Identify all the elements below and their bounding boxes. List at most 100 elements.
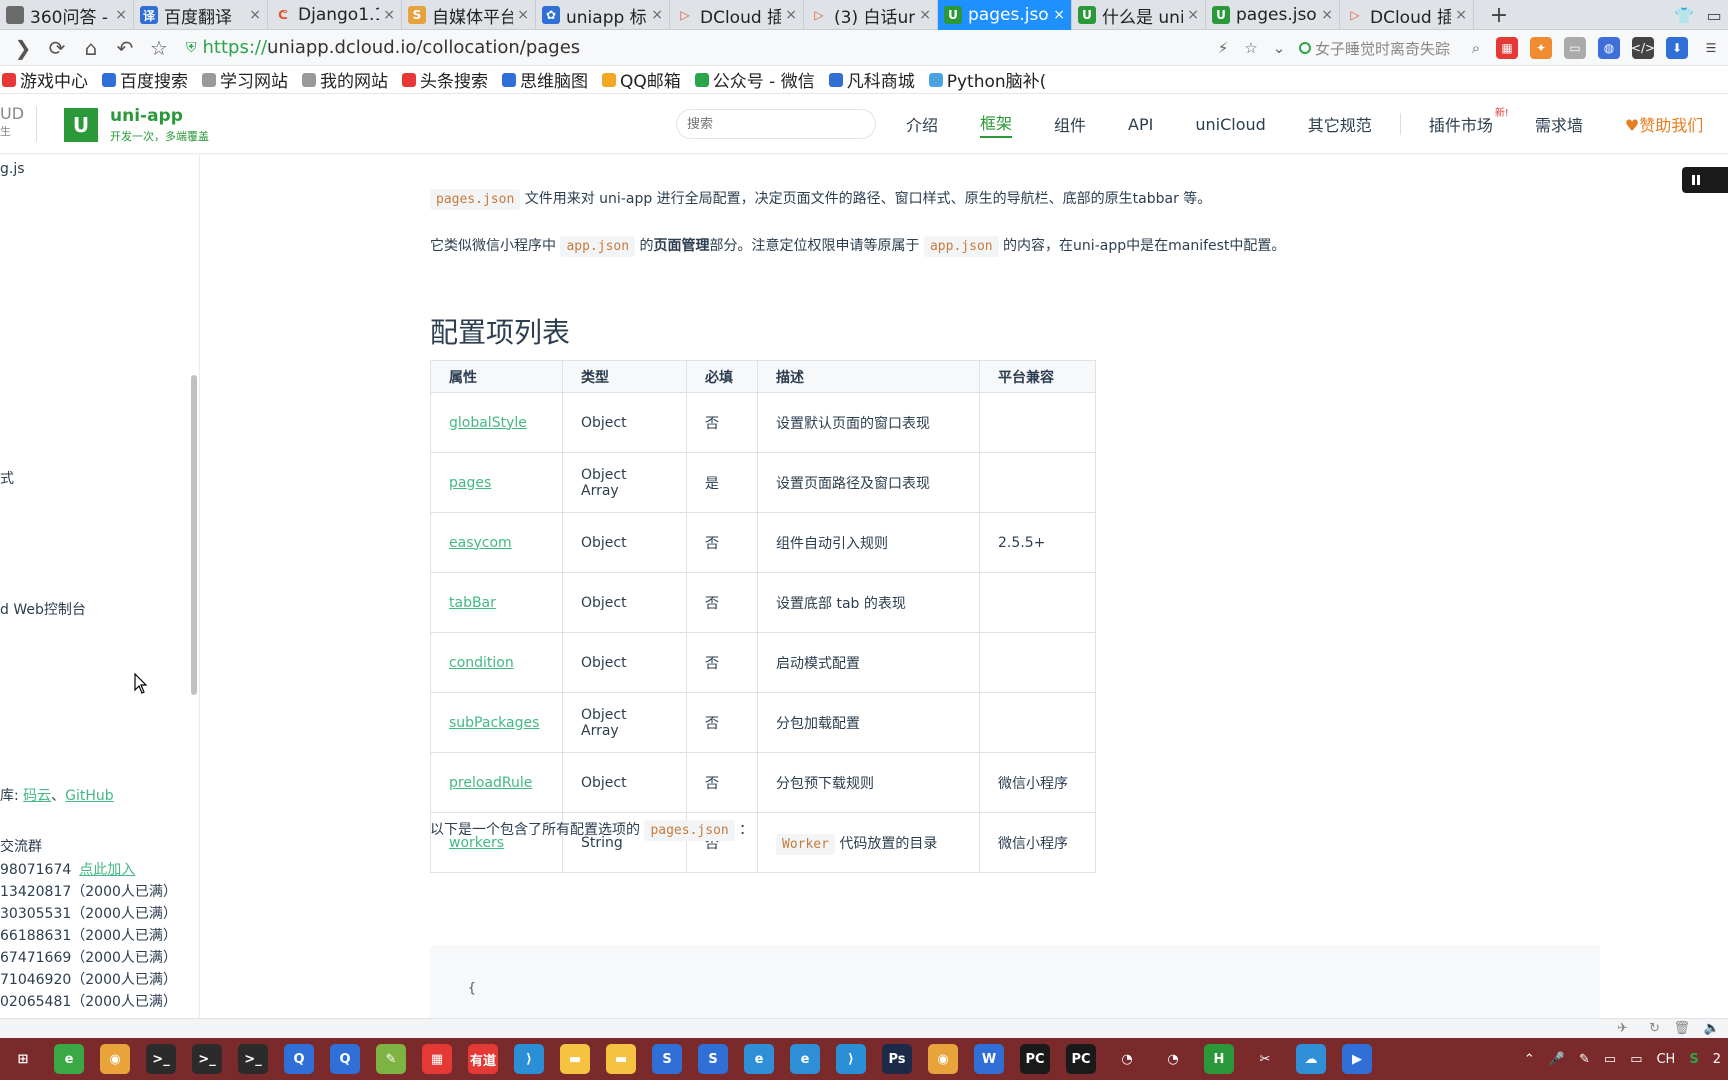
property-link[interactable]: easycom: [449, 535, 512, 551]
sync-2-icon[interactable]: S: [698, 1044, 728, 1074]
site-search-input[interactable]: [676, 109, 876, 139]
qq-browser-icon[interactable]: Q: [284, 1044, 314, 1074]
chrome-icon[interactable]: ◉: [100, 1044, 130, 1074]
browser-tab[interactable]: ▷ (3) 白话uni ×: [804, 0, 938, 30]
vscode-icon[interactable]: ⟩: [514, 1044, 544, 1074]
tray-battery-icon[interactable]: ▭: [1630, 1052, 1642, 1067]
donate-link[interactable]: ♥赞助我们: [1625, 112, 1703, 136]
browser-tab[interactable]: ✿ uniapp 标签×: [536, 0, 670, 30]
close-icon[interactable]: ×: [517, 7, 529, 23]
close-icon[interactable]: ×: [249, 7, 261, 23]
nav-item-demand-wall[interactable]: 需求墙: [1535, 112, 1583, 136]
refresh-icon[interactable]: ↻: [1649, 1021, 1660, 1036]
bookmark-item[interactable]: 思维脑图: [502, 67, 588, 92]
tray-clock[interactable]: 2: [1713, 1052, 1721, 1067]
youdao-icon[interactable]: 有道: [468, 1044, 498, 1074]
property-link[interactable]: subPackages: [449, 715, 539, 731]
bookmark-item[interactable]: 游戏中心: [2, 67, 88, 92]
close-icon[interactable]: ×: [115, 7, 127, 23]
sidebar-item-web-console[interactable]: d Web控制台: [0, 599, 86, 619]
snip-icon[interactable]: ✂: [1250, 1044, 1280, 1074]
nav-item[interactable]: uniCloud: [1195, 115, 1265, 134]
sync-icon[interactable]: S: [652, 1044, 682, 1074]
property-link[interactable]: pages: [449, 475, 491, 491]
terminal-2-icon[interactable]: >_: [192, 1044, 222, 1074]
sidebar-item-config-js[interactable]: g.js: [0, 161, 25, 177]
folder-icon[interactable]: ▬: [560, 1044, 590, 1074]
photoshop-icon[interactable]: Ps: [882, 1044, 912, 1074]
bookmark-item[interactable]: 我的网站: [302, 67, 388, 92]
close-icon[interactable]: ×: [1455, 7, 1467, 23]
url-field[interactable]: ⛨ https://uniapp.dcloud.io/collocation/p…: [186, 34, 1166, 62]
browser-tab[interactable]: ▷ DCloud 插件×: [670, 0, 804, 30]
sidebar-scrollbar[interactable]: [191, 375, 197, 695]
qq-browser-2-icon[interactable]: Q: [330, 1044, 360, 1074]
sidebar-item-style-fragment[interactable]: 式: [0, 468, 14, 488]
tray-up-icon[interactable]: ⌃: [1524, 1052, 1535, 1067]
site-logo-name[interactable]: uni-app: [110, 106, 183, 126]
folder-2-icon[interactable]: ▬: [606, 1044, 636, 1074]
nav-item[interactable]: 框架: [980, 110, 1013, 138]
cloud-icon[interactable]: ☁: [1296, 1044, 1326, 1074]
tray-network-icon[interactable]: ▭: [1604, 1052, 1616, 1067]
tray-pen-icon[interactable]: ✎: [1579, 1052, 1590, 1067]
video-pause-control[interactable]: [1682, 167, 1728, 193]
menu-icon[interactable]: ☰: [1700, 37, 1722, 59]
wechat-icon[interactable]: ◔: [1112, 1044, 1142, 1074]
property-link[interactable]: preloadRule: [449, 775, 532, 791]
browser-tab[interactable]: 360问答 - (×: [0, 0, 134, 30]
new-tab-button[interactable]: +: [1474, 0, 1524, 30]
browser-tab[interactable]: 译百度翻译 ×: [134, 0, 268, 30]
browser-tab[interactable]: ᕦ Django1.1 ×: [268, 0, 402, 30]
ie-icon[interactable]: e: [744, 1044, 774, 1074]
close-icon[interactable]: ×: [651, 7, 663, 23]
lightning-icon[interactable]: ⚡: [1209, 39, 1237, 57]
nav-item[interactable]: 组件: [1054, 112, 1086, 136]
gitee-link[interactable]: 码云: [23, 788, 51, 804]
pycharm-icon[interactable]: PC: [1020, 1044, 1050, 1074]
shirt-skin-icon[interactable]: 👕: [1674, 6, 1694, 25]
wps-icon[interactable]: W: [974, 1044, 1004, 1074]
browser-tab[interactable]: Upages.json×: [1206, 0, 1340, 30]
forward-button[interactable]: ❯: [6, 30, 40, 66]
hbuilder-icon[interactable]: H: [1204, 1044, 1234, 1074]
property-link[interactable]: tabBar: [449, 595, 496, 611]
nav-item[interactable]: 介绍: [906, 112, 938, 136]
sogou-ime-icon[interactable]: S: [1689, 1052, 1698, 1067]
trash-icon[interactable]: 🗑: [1673, 1021, 1690, 1036]
close-icon[interactable]: ×: [1321, 7, 1333, 23]
close-icon[interactable]: ×: [785, 7, 797, 23]
pycharm-2-icon[interactable]: PC: [1066, 1044, 1096, 1074]
bookmark-item[interactable]: 凡科商城: [828, 67, 915, 92]
browser-tab[interactable]: S 自媒体平台 ×: [402, 0, 536, 30]
tiles-icon[interactable]: ▦: [422, 1044, 452, 1074]
terminal-icon[interactable]: >_: [146, 1044, 176, 1074]
input-language[interactable]: CH: [1656, 1052, 1675, 1067]
bookmark-item[interactable]: Python脑补(: [928, 67, 1046, 92]
extension-tiles-icon[interactable]: ▦: [1496, 37, 1518, 59]
close-icon[interactable]: ×: [383, 7, 395, 23]
reload-button[interactable]: ⟳: [40, 30, 74, 66]
extension-globe-icon[interactable]: ◍: [1598, 37, 1620, 59]
bookmark-item[interactable]: 公众号 - 微信: [694, 67, 815, 92]
player-icon[interactable]: ▶: [1342, 1044, 1372, 1074]
nav-item[interactable]: 其它规范: [1308, 112, 1372, 136]
chrome-2-icon[interactable]: ◉: [928, 1044, 958, 1074]
microphone-icon[interactable]: 🎤: [1549, 1052, 1565, 1067]
download-icon[interactable]: ⬇: [1666, 37, 1688, 59]
volume-icon[interactable]: 🔈: [1704, 1021, 1720, 1036]
undo-close-button[interactable]: ↶: [108, 30, 142, 66]
bookmark-item[interactable]: 学习网站: [202, 67, 288, 92]
close-icon[interactable]: ×: [1187, 7, 1199, 23]
bookmark-item[interactable]: 百度搜索: [102, 67, 188, 92]
notepad-icon[interactable]: ✎: [376, 1044, 406, 1074]
github-link[interactable]: GitHub: [65, 788, 114, 804]
star-icon[interactable]: ☆: [1237, 39, 1265, 57]
uni-app-logo-icon[interactable]: U: [64, 108, 98, 142]
property-link[interactable]: globalStyle: [449, 415, 527, 431]
vscode-2-icon[interactable]: ⟩: [836, 1044, 866, 1074]
nav-item-plugin-market[interactable]: 插件市场 新!: [1429, 108, 1509, 136]
terminal-3-icon[interactable]: >_: [238, 1044, 268, 1074]
nav-item[interactable]: API: [1128, 115, 1153, 134]
home-button[interactable]: ⌂: [74, 30, 108, 66]
